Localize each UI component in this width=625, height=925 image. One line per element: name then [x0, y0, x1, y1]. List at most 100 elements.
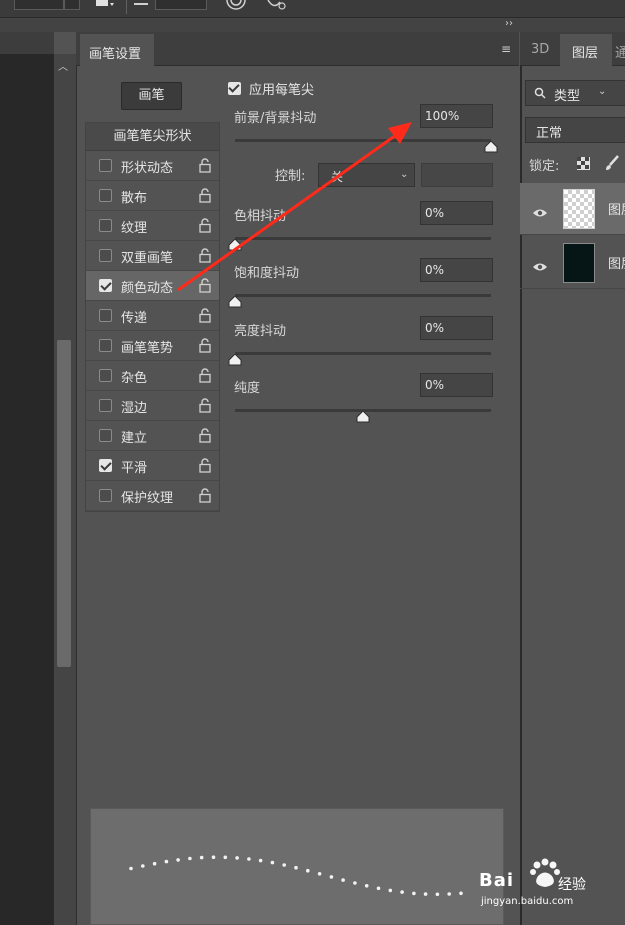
lock-icon[interactable]: [199, 428, 211, 443]
watermark-url: jingyan.baidu.com: [481, 896, 574, 907]
option-label: 杂色: [121, 371, 148, 386]
option-checkbox[interactable]: [99, 369, 112, 382]
stroke-dot: [176, 858, 180, 862]
options-dropdown[interactable]: [64, 0, 80, 10]
scrollbar-thumb[interactable]: [57, 340, 71, 667]
param-value-field[interactable]: 0%: [420, 316, 493, 340]
annotation-arrow: [177, 122, 412, 292]
stroke-dot: [306, 868, 310, 873]
brush-mode-icon[interactable]: [96, 0, 118, 10]
layer-filter-select[interactable]: 类型: [525, 80, 625, 106]
search-icon: [534, 87, 546, 99]
visibility-eye-icon[interactable]: [532, 257, 548, 271]
pressure-icon[interactable]: [226, 0, 246, 10]
angle-icon: [134, 3, 148, 5]
option-label: 纹理: [121, 221, 148, 236]
option-checkbox[interactable]: [99, 339, 112, 352]
lock-pixels-brush-icon[interactable]: [604, 155, 620, 171]
panel-menu-icon[interactable]: ≡: [501, 42, 511, 56]
param-slider-track[interactable]: [235, 352, 491, 355]
apply-per-tip-label: 应用每笔尖: [249, 83, 315, 98]
option-label: 双重画笔: [121, 251, 174, 266]
stroke-dot: [447, 892, 452, 896]
param-value-field[interactable]: 100%: [420, 104, 493, 128]
tab-brush-settings[interactable]: 画笔设置: [80, 34, 154, 66]
stroke-preview-dots: [129, 855, 463, 897]
stroke-dot: [341, 878, 345, 882]
option-checkbox[interactable]: [99, 159, 112, 172]
option-checkbox[interactable]: [99, 459, 112, 472]
option-checkbox[interactable]: [99, 189, 112, 202]
options-field[interactable]: [14, 0, 64, 10]
layer-row[interactable]: 图层 1: [520, 183, 625, 235]
lock-icon[interactable]: [199, 338, 211, 353]
option-checkbox[interactable]: [99, 219, 112, 232]
blend-mode-select[interactable]: 正常: [525, 117, 625, 143]
layer-row[interactable]: 图层 0: [520, 237, 625, 289]
document-tab-strip: [0, 32, 54, 54]
symmetry-icon[interactable]: [266, 0, 288, 12]
brush-option-row[interactable]: 画笔笔势: [86, 331, 219, 361]
param-value-field[interactable]: 0%: [420, 201, 493, 225]
chevron-down-icon: ⌄: [598, 86, 607, 97]
stroke-dot: [376, 886, 381, 891]
stroke-dot: [270, 860, 275, 865]
stroke-dot: [388, 888, 393, 893]
stroke-dot: [353, 881, 357, 885]
stroke-dot: [400, 890, 404, 894]
brush-option-row[interactable]: 保护纹理: [86, 481, 219, 511]
lock-icon[interactable]: [199, 308, 211, 323]
layer-filter-label: 类型: [554, 89, 581, 104]
layer-name: 图层 0: [608, 257, 625, 272]
option-label: 建立: [121, 431, 148, 446]
lock-transparency-icon[interactable]: [577, 157, 590, 170]
tab-layers[interactable]: 图层: [560, 34, 612, 66]
option-label: 画笔笔势: [121, 341, 174, 356]
brush-presets-button[interactable]: 画笔: [121, 82, 182, 110]
brush-option-row[interactable]: 湿边: [86, 391, 219, 421]
stroke-dot: [211, 855, 216, 859]
scroll-up-icon[interactable]: ︿: [58, 58, 68, 73]
option-checkbox[interactable]: [99, 489, 112, 502]
stroke-dot: [223, 855, 228, 860]
watermark-brand-suffix: 经验: [558, 877, 586, 893]
stroke-dot: [199, 855, 204, 860]
watermark-brand: Bai: [479, 870, 515, 891]
option-checkbox[interactable]: [99, 309, 112, 322]
brush-option-row[interactable]: 建立: [86, 421, 219, 451]
brush-option-row[interactable]: 平滑: [86, 451, 219, 481]
tab-channels[interactable]: 通: [615, 42, 625, 61]
option-label: 传递: [121, 311, 148, 326]
lock-icon[interactable]: [199, 368, 211, 383]
tab-3d[interactable]: 3D: [531, 42, 549, 57]
brush-option-row[interactable]: 传递: [86, 301, 219, 331]
lock-icon[interactable]: [199, 488, 211, 503]
option-checkbox[interactable]: [99, 249, 112, 262]
stroke-dot: [282, 863, 286, 867]
option-label: 保护纹理: [121, 491, 174, 506]
param-value-field[interactable]: 0%: [420, 373, 493, 397]
apply-per-tip-checkbox[interactable]: [228, 82, 241, 95]
lock-icon[interactable]: [199, 458, 211, 473]
option-label: 散布: [121, 191, 148, 206]
options-bar: [0, 0, 625, 18]
layer-name: 图层 1: [608, 203, 625, 218]
stroke-dot: [364, 884, 369, 888]
param-label: 亮度抖动: [234, 324, 287, 339]
option-checkbox[interactable]: [99, 279, 112, 292]
option-label: 颜色动态: [121, 281, 174, 296]
param-value-field[interactable]: 0%: [420, 258, 493, 282]
angle-field[interactable]: [155, 0, 207, 10]
stroke-dot: [129, 866, 133, 871]
collapse-panels-icon[interactable]: ››: [505, 18, 513, 29]
document-canvas[interactable]: [0, 32, 54, 925]
stroke-dot: [141, 864, 145, 868]
option-checkbox[interactable]: [99, 399, 112, 412]
option-label: 平滑: [121, 461, 148, 476]
stroke-dot: [423, 892, 428, 896]
brush-option-row[interactable]: 杂色: [86, 361, 219, 391]
option-checkbox[interactable]: [99, 429, 112, 442]
layer-thumbnail: [563, 189, 595, 229]
visibility-eye-icon[interactable]: [532, 203, 548, 217]
lock-icon[interactable]: [199, 398, 211, 413]
